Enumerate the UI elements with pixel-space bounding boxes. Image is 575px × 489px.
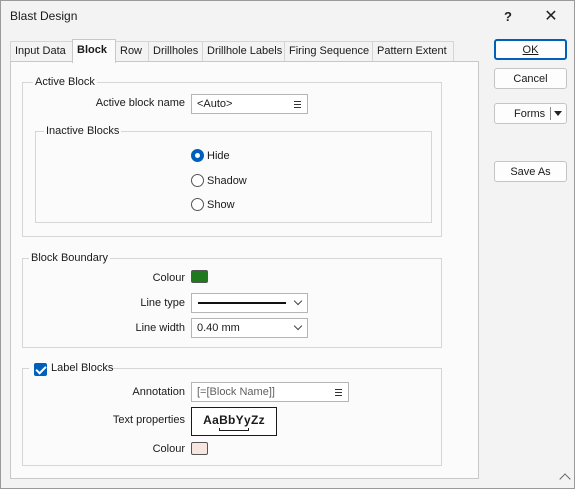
block-boundary-group: Block Boundary Colour Line type Line wid…	[22, 252, 442, 348]
chevron-down-icon[interactable]	[293, 296, 303, 306]
inactive-blocks-group-title: Inactive Blocks	[44, 125, 122, 137]
forms-button-divider	[550, 107, 551, 120]
tab-block[interactable]: Block	[72, 39, 116, 63]
annotation-field[interactable]: [=[Block Name]]	[191, 382, 349, 402]
active-block-name-value: <Auto>	[197, 98, 233, 110]
radio-hide[interactable]: Hide	[191, 149, 230, 162]
tab-row[interactable]: Row	[115, 41, 149, 61]
save-as-button-label: Save As	[510, 165, 551, 178]
ok-button[interactable]: OK	[494, 39, 567, 60]
boundary-colour-swatch[interactable]	[191, 270, 208, 283]
tab-input-data[interactable]: Input Data	[10, 41, 73, 61]
list-menu-icon[interactable]	[294, 101, 301, 108]
forms-button[interactable]: Forms	[494, 103, 567, 124]
forms-button-label: Forms	[514, 107, 546, 120]
radio-show-label: Show	[207, 198, 235, 211]
label-blocks-checkbox[interactable]	[34, 363, 47, 376]
active-block-name-label: Active block name	[95, 97, 185, 109]
line-type-sample	[198, 302, 286, 304]
radio-hide-label: Hide	[207, 149, 230, 162]
chevron-down-icon[interactable]	[293, 321, 303, 331]
radio-show[interactable]: Show	[191, 198, 235, 211]
forms-dropdown-arrow-icon[interactable]	[554, 111, 562, 116]
line-width-value: 0.40 mm	[197, 322, 240, 334]
save-as-button[interactable]: Save As	[494, 161, 567, 182]
label-blocks-checkbox-label[interactable]: Label Blocks	[51, 362, 113, 374]
annotation-label: Annotation	[132, 386, 185, 398]
line-type-label: Line type	[140, 297, 185, 309]
inactive-blocks-group: Inactive Blocks Hide Shadow Show	[35, 125, 432, 223]
active-block-group: Active Block Active block name <Auto> In…	[22, 76, 442, 237]
active-block-name-field[interactable]: <Auto>	[191, 94, 308, 114]
line-width-select[interactable]: 0.40 mm	[191, 318, 308, 338]
label-colour-swatch[interactable]	[191, 442, 208, 455]
text-sample: AaBbYyZz	[203, 412, 265, 427]
close-button[interactable]: ✕	[531, 3, 571, 29]
tab-pattern-extent[interactable]: Pattern Extent	[372, 41, 454, 61]
active-block-group-title: Active Block	[33, 76, 97, 88]
radio-shadow-indicator[interactable]	[191, 174, 204, 187]
resize-grip-icon[interactable]	[559, 473, 571, 485]
radio-show-indicator[interactable]	[191, 198, 204, 211]
text-properties-button[interactable]: AaBbYyZz	[191, 407, 277, 436]
radio-shadow[interactable]: Shadow	[191, 174, 247, 187]
tab-drillholes[interactable]: Drillholes	[148, 41, 203, 61]
cancel-button-label: Cancel	[513, 72, 548, 85]
label-blocks-group: Label Blocks Annotation [=[Block Name]] …	[22, 361, 442, 466]
annotation-value: [=[Block Name]]	[197, 386, 275, 398]
text-properties-label: Text properties	[112, 414, 185, 426]
radio-shadow-label: Shadow	[207, 174, 247, 187]
list-menu-icon[interactable]	[335, 389, 342, 396]
block-boundary-group-title: Block Boundary	[29, 252, 111, 264]
block-tab-panel: Active Block Active block name <Auto> In…	[10, 61, 479, 479]
label-colour-label: Colour	[152, 443, 185, 455]
help-button[interactable]: ?	[488, 3, 528, 29]
line-width-label: Line width	[135, 322, 185, 334]
text-sample-underline	[219, 427, 249, 431]
boundary-colour-label: Colour	[152, 272, 185, 284]
tab-drillhole-labels[interactable]: Drillhole Labels	[202, 41, 285, 61]
title-bar: Blast Design ? ✕	[1, 1, 574, 31]
radio-hide-indicator[interactable]	[191, 149, 204, 162]
blast-design-dialog: Blast Design ? ✕ Input Data Block Row Dr…	[0, 0, 575, 489]
ok-button-label: OK	[522, 43, 539, 56]
line-type-select[interactable]	[191, 293, 308, 313]
window-title: Blast Design	[10, 9, 78, 23]
cancel-button[interactable]: Cancel	[494, 68, 567, 89]
tab-firing-sequence[interactable]: Firing Sequence	[284, 41, 373, 61]
